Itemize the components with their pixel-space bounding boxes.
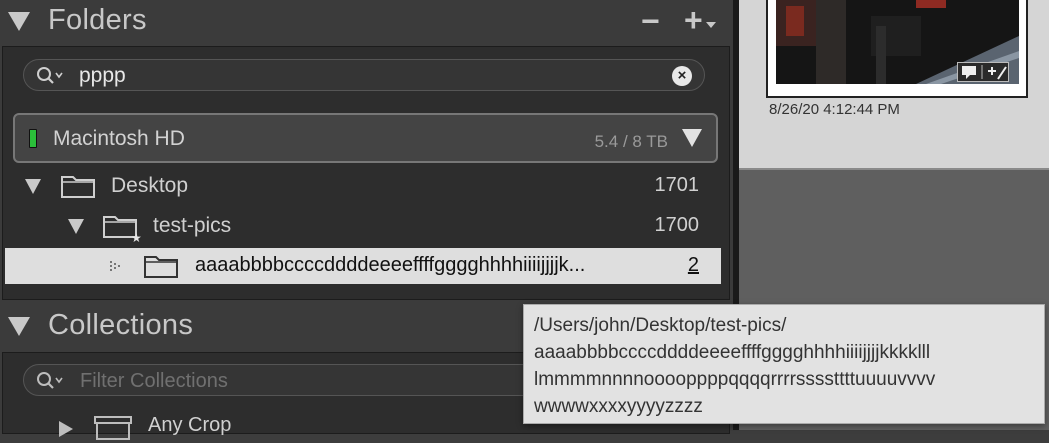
thumbnail-frame[interactable] bbox=[766, 0, 1028, 98]
collections-panel-title: Collections bbox=[48, 309, 194, 341]
folder-row-selected[interactable]: aaaabbbbccccddddeeeeffffgggghhhhiiiijjjj… bbox=[5, 248, 721, 284]
photo-thumbnail[interactable] bbox=[776, 0, 1019, 84]
folder-path-tooltip: /Users/john/Desktop/test-pics/ aaaabbbbc… bbox=[523, 304, 1045, 424]
disclosure-triangle-icon[interactable] bbox=[8, 317, 30, 336]
remove-folder-button[interactable]: − bbox=[641, 5, 660, 37]
svg-text:★: ★ bbox=[131, 231, 142, 243]
folder-icon bbox=[61, 176, 95, 198]
disclosure-triangle-icon[interactable] bbox=[25, 179, 41, 194]
volume-menu-triangle-icon[interactable] bbox=[682, 129, 702, 147]
tooltip-line: aaaabbbbccccddddeeeeffffgggghhhhiiiijjjj… bbox=[534, 342, 931, 363]
collection-set-icon bbox=[94, 416, 132, 440]
folders-panel-header[interactable]: Folders − + bbox=[0, 0, 733, 46]
add-folder-button[interactable]: + bbox=[684, 2, 716, 38]
search-icon[interactable] bbox=[36, 371, 66, 391]
tooltip-line: lmmmmnnnnooooppppqqqqrrrrssssttttuuuuvvv… bbox=[534, 369, 936, 390]
capture-date: 8/26/20 4:12:44 PM bbox=[769, 101, 900, 118]
no-subfolders-icon bbox=[110, 261, 120, 271]
target-folder-icon: ★ bbox=[103, 216, 142, 243]
tooltip-line: /Users/john/Desktop/test-pics/ bbox=[534, 315, 787, 336]
folder-search-field[interactable]: pppp × bbox=[23, 59, 705, 91]
volume-status-light bbox=[29, 129, 37, 148]
folder-count: 1700 bbox=[654, 214, 700, 236]
volume-name: Macintosh HD bbox=[53, 127, 185, 150]
grid-cell[interactable]: 8/26/20 4:12:44 PM bbox=[739, 0, 1049, 170]
folder-name: aaaabbbbccccddddeeeeffffgggghhhhiiiijjjj… bbox=[195, 254, 586, 276]
dropdown-arrow-icon bbox=[706, 22, 716, 28]
folder-count: 2 bbox=[687, 254, 699, 276]
volume-row[interactable]: Macintosh HD 5.4 / 8 TB bbox=[13, 113, 718, 163]
folder-row-desktop[interactable]: Desktop 1701 bbox=[5, 168, 721, 204]
expand-triangle-icon[interactable] bbox=[59, 421, 73, 437]
clear-search-button[interactable]: × bbox=[672, 66, 692, 86]
folder-row-test-pics[interactable]: ★ test-pics 1700 bbox=[5, 208, 721, 244]
folder-name: Desktop bbox=[111, 174, 189, 197]
folders-panel-title: Folders bbox=[48, 4, 147, 36]
disclosure-triangle-icon[interactable] bbox=[68, 219, 84, 234]
search-icon[interactable] bbox=[36, 66, 66, 86]
folder-icon bbox=[144, 256, 178, 278]
disclosure-triangle-icon[interactable] bbox=[8, 12, 30, 31]
folder-name: test-pics bbox=[153, 214, 232, 237]
collection-name: Any Crop bbox=[148, 414, 232, 436]
thumbnail-badges bbox=[957, 62, 1009, 82]
tooltip-line: wwwwxxxxyyyyzzzz bbox=[534, 396, 703, 417]
volume-size: 5.4 / 8 TB bbox=[594, 132, 668, 151]
search-input-value[interactable]: pppp bbox=[79, 64, 126, 88]
comment-icon bbox=[962, 65, 1007, 80]
add-folder-label: + bbox=[684, 2, 703, 38]
folder-count: 1701 bbox=[654, 174, 700, 196]
folders-panel-body: pppp × Macintosh HD 5.4 / 8 TB Desktop 1… bbox=[2, 46, 730, 300]
